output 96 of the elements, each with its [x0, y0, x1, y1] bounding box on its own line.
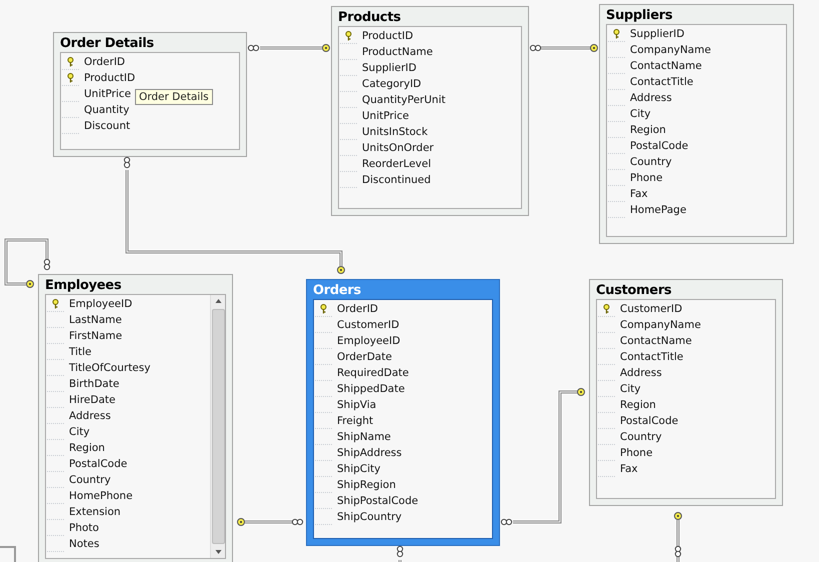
table-card[interactable]: Suppliers SupplierID CompanyName ContactName ContactTitle Address City Region PostalCode Country Phone Fax HomePage — [599, 4, 794, 244]
tooltip: Order Details — [135, 89, 213, 105]
table-card[interactable]: Orders OrderID CustomerID EmployeeID OrderDate RequiredDate ShippedDate ShipVia Freight ShipName ShipAddress ShipCity ShipRegion ShipPostalCode ShipCountry — [306, 279, 500, 546]
column-name[interactable]: ShipAddress — [337, 447, 402, 459]
table-title: Customers — [596, 282, 672, 299]
column-name[interactable]: ProductName — [362, 46, 433, 58]
column-name[interactable]: Notes — [69, 538, 100, 550]
column-name[interactable]: PostalCode — [630, 140, 688, 152]
column-name[interactable]: EmployeeID — [69, 298, 132, 310]
column-name[interactable]: Region — [69, 442, 105, 454]
column-name[interactable]: OrderID — [337, 303, 378, 315]
column-name[interactable]: ShipPostalCode — [337, 495, 418, 507]
table-title: Suppliers — [606, 7, 674, 24]
scroll-up-icon[interactable] — [215, 299, 221, 303]
column-name[interactable]: Discontinued — [362, 174, 431, 186]
key-icon — [613, 28, 620, 38]
column-name[interactable]: Address — [69, 410, 111, 422]
table-card[interactable]: Customers CustomerID CompanyName ContactName ContactTitle Address City Region PostalCode Country Phone Fax — [589, 279, 783, 506]
column-name[interactable]: OrderID — [84, 56, 126, 68]
column-name[interactable]: ProductID — [362, 30, 414, 42]
column-name[interactable]: FirstName — [69, 330, 122, 342]
column-name[interactable]: ShipName — [337, 431, 391, 443]
column-name[interactable]: LastName — [69, 314, 122, 326]
relationship-line[interactable] — [248, 44, 330, 52]
column-name[interactable]: Country — [69, 474, 111, 486]
column-name[interactable]: City — [630, 108, 651, 120]
column-name[interactable]: Extension — [69, 506, 121, 518]
table-card[interactable]: Products ProductID ProductName SupplierID CategoryID QuantityPerUnit UnitPrice UnitsInStock UnitsOnOrder ReorderLevel Discontinued — [331, 6, 529, 216]
column-name[interactable]: CategoryID — [362, 78, 422, 90]
column-name[interactable]: Phone — [630, 172, 663, 184]
scroll-down-icon[interactable] — [215, 550, 221, 554]
column-name[interactable]: RequiredDate — [337, 367, 409, 379]
column-name[interactable]: HireDate — [69, 394, 116, 406]
column-name[interactable]: ContactName — [620, 335, 692, 347]
relationship-line[interactable] — [530, 44, 598, 52]
column-name[interactable]: PostalCode — [620, 415, 678, 427]
column-name[interactable]: PostalCode — [69, 458, 128, 470]
table-title: Employees — [45, 277, 122, 294]
column-name[interactable]: Address — [620, 367, 662, 379]
table-card[interactable]: Employees EmployeeID LastName FirstName Title TitleOfCourtesy BirthDate HireDate Address City Region PostalCode Country HomePhone Extension Photo Notes — [38, 274, 233, 562]
column-name[interactable]: CustomerID — [337, 319, 400, 331]
table-edge — [0, 546, 16, 562]
column-name[interactable]: ContactTitle — [630, 76, 694, 88]
key-icon — [52, 298, 59, 308]
column-name[interactable]: Fax — [620, 463, 638, 475]
table-title: Order Details — [60, 35, 155, 52]
column-name[interactable]: City — [69, 426, 90, 438]
column-name[interactable]: ShippedDate — [337, 383, 405, 395]
key-icon — [603, 304, 610, 314]
column-name[interactable]: BirthDate — [69, 378, 120, 390]
column-name[interactable]: CompanyName — [620, 319, 701, 331]
column-name[interactable]: Region — [620, 399, 656, 411]
column-name[interactable]: HomePhone — [69, 490, 133, 502]
column-name[interactable]: Freight — [337, 415, 374, 427]
key-icon — [67, 56, 74, 66]
relationship-line[interactable] — [674, 512, 682, 562]
column-name[interactable]: Phone — [620, 447, 653, 459]
relationship-line[interactable] — [396, 546, 404, 562]
column-name[interactable]: City — [620, 383, 641, 395]
column-name[interactable]: Region — [630, 124, 666, 136]
column-name[interactable]: OrderDate — [337, 351, 392, 363]
column-name[interactable]: Address — [630, 92, 672, 104]
column-name[interactable]: ShipVia — [337, 399, 376, 411]
key-icon — [67, 72, 74, 82]
column-name[interactable]: Photo — [69, 522, 99, 534]
column-name[interactable]: ShipRegion — [337, 479, 396, 491]
relationship-line[interactable] — [237, 518, 304, 526]
column-name[interactable]: CompanyName — [630, 44, 711, 56]
column-name[interactable]: ShipCity — [337, 463, 380, 475]
column-name[interactable]: ContactTitle — [620, 351, 684, 363]
column-name[interactable]: UnitPrice — [84, 88, 131, 100]
column-name[interactable]: ReorderLevel — [362, 158, 431, 170]
column-name[interactable]: UnitsInStock — [362, 126, 428, 138]
column-name[interactable]: HomePage — [630, 204, 686, 216]
key-icon — [320, 304, 327, 314]
column-name[interactable]: SupplierID — [362, 62, 416, 74]
column-name[interactable]: UnitPrice — [362, 110, 409, 122]
table-title: Orders — [313, 282, 362, 299]
column-name[interactable]: Fax — [630, 188, 648, 200]
column-name[interactable]: SupplierID — [630, 28, 684, 40]
column-name[interactable]: QuantityPerUnit — [362, 94, 446, 106]
column-name[interactable]: ContactName — [630, 60, 702, 72]
column-name[interactable]: Quantity — [84, 104, 130, 116]
column-name[interactable]: EmployeeID — [337, 335, 400, 347]
column-name[interactable]: UnitsOnOrder — [362, 142, 434, 154]
column-name[interactable]: CustomerID — [620, 303, 682, 315]
column-name[interactable]: Country — [630, 156, 672, 168]
key-icon — [345, 30, 352, 40]
table-title: Products — [338, 9, 402, 26]
column-name[interactable]: ProductID — [84, 72, 136, 84]
column-name[interactable]: Discount — [84, 120, 130, 132]
column-name[interactable]: Title — [69, 346, 92, 358]
column-name[interactable]: Country — [620, 431, 662, 443]
column-name[interactable]: TitleOfCourtesy — [69, 362, 150, 374]
scrollbar[interactable] — [210, 295, 225, 558]
column-name[interactable]: ShipCountry — [337, 511, 402, 523]
